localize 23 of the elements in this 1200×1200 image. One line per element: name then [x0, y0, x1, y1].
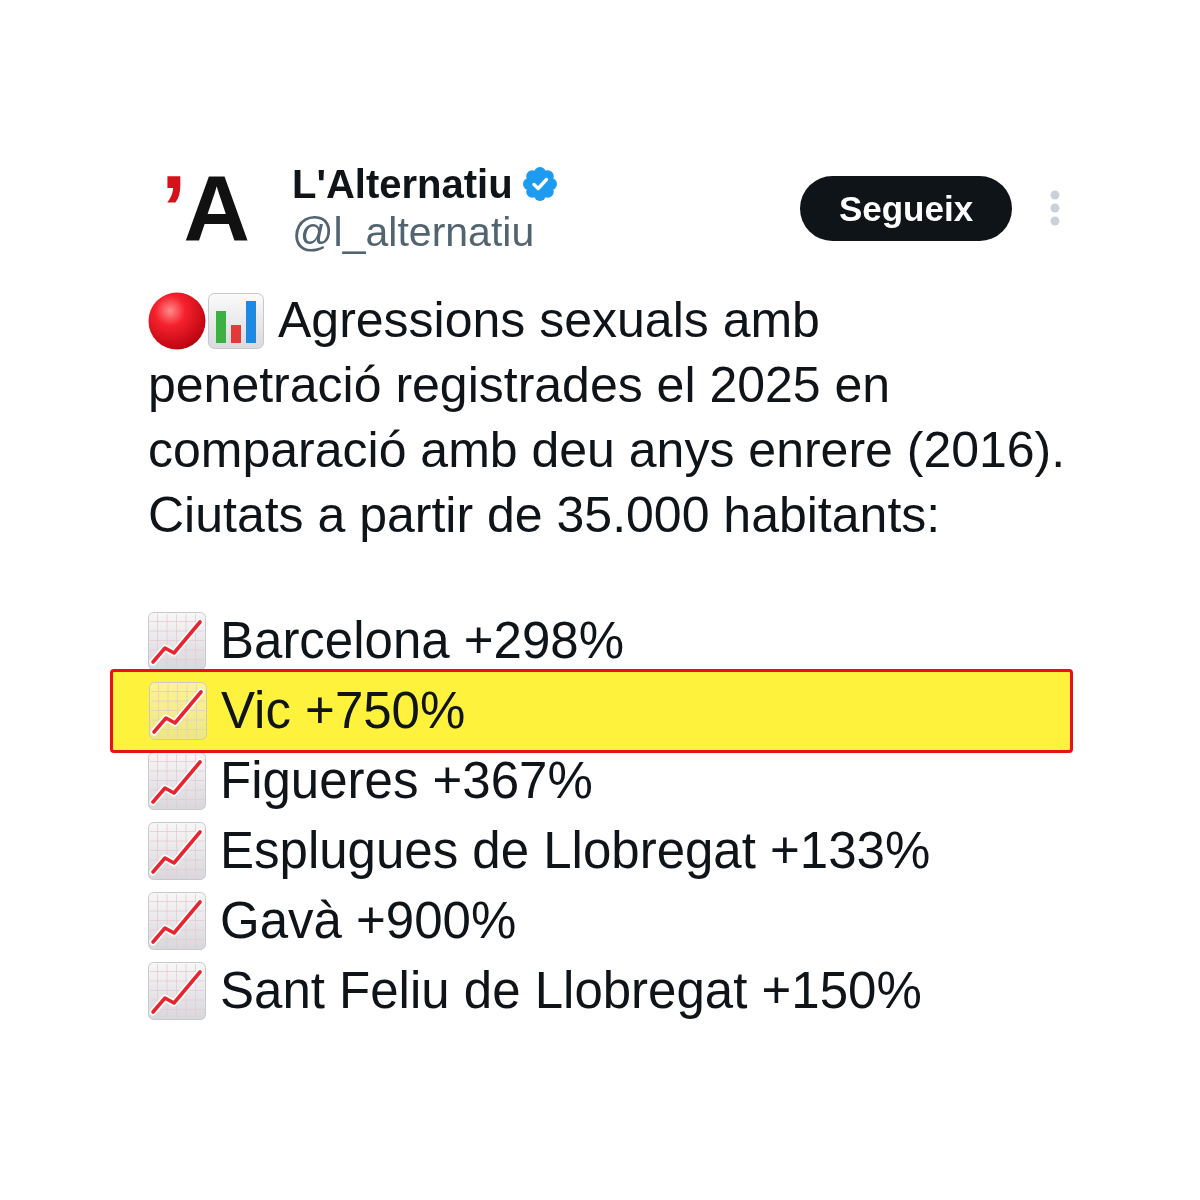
post-text-line: comparació amb deu anys enrere (2016).: [148, 421, 1066, 480]
bar-chart-icon: [208, 292, 264, 349]
list-item-text: Vic +750%: [221, 682, 466, 740]
trend-chart-icon: [149, 682, 207, 740]
dot-icon: [148, 291, 206, 350]
logo: ’A: [161, 166, 247, 250]
post-text-line: penetració registrades el 2025 en: [148, 356, 891, 415]
trend-chart-icon: [148, 892, 206, 950]
trend-chart-icon: [148, 822, 206, 880]
list-item-text: Figueres +367%: [220, 752, 593, 810]
list-item-text: Sant Feliu de Llobregat +150%: [220, 962, 922, 1020]
list-item-text: Barcelona +298%: [220, 612, 625, 670]
trend-chart-icon: [148, 752, 206, 810]
trend-chart-icon: [148, 962, 206, 1020]
trend-chart-icon: [148, 612, 206, 670]
more-options-icon[interactable]: [1050, 190, 1060, 226]
follow-button[interactable]: Segueix: [800, 175, 1012, 241]
post-text-line: Ciutats a partir de 35.000 habitants:: [148, 486, 941, 545]
post-text-line: Agressions sexuals amb: [278, 291, 820, 350]
account-name[interactable]: L'Alternatiu: [292, 161, 513, 207]
account-handle[interactable]: @l_alternatiu: [292, 208, 557, 256]
list-item-text: Esplugues de Llobregat +133%: [220, 822, 931, 880]
list-item-text: Gavà +900%: [220, 892, 517, 950]
